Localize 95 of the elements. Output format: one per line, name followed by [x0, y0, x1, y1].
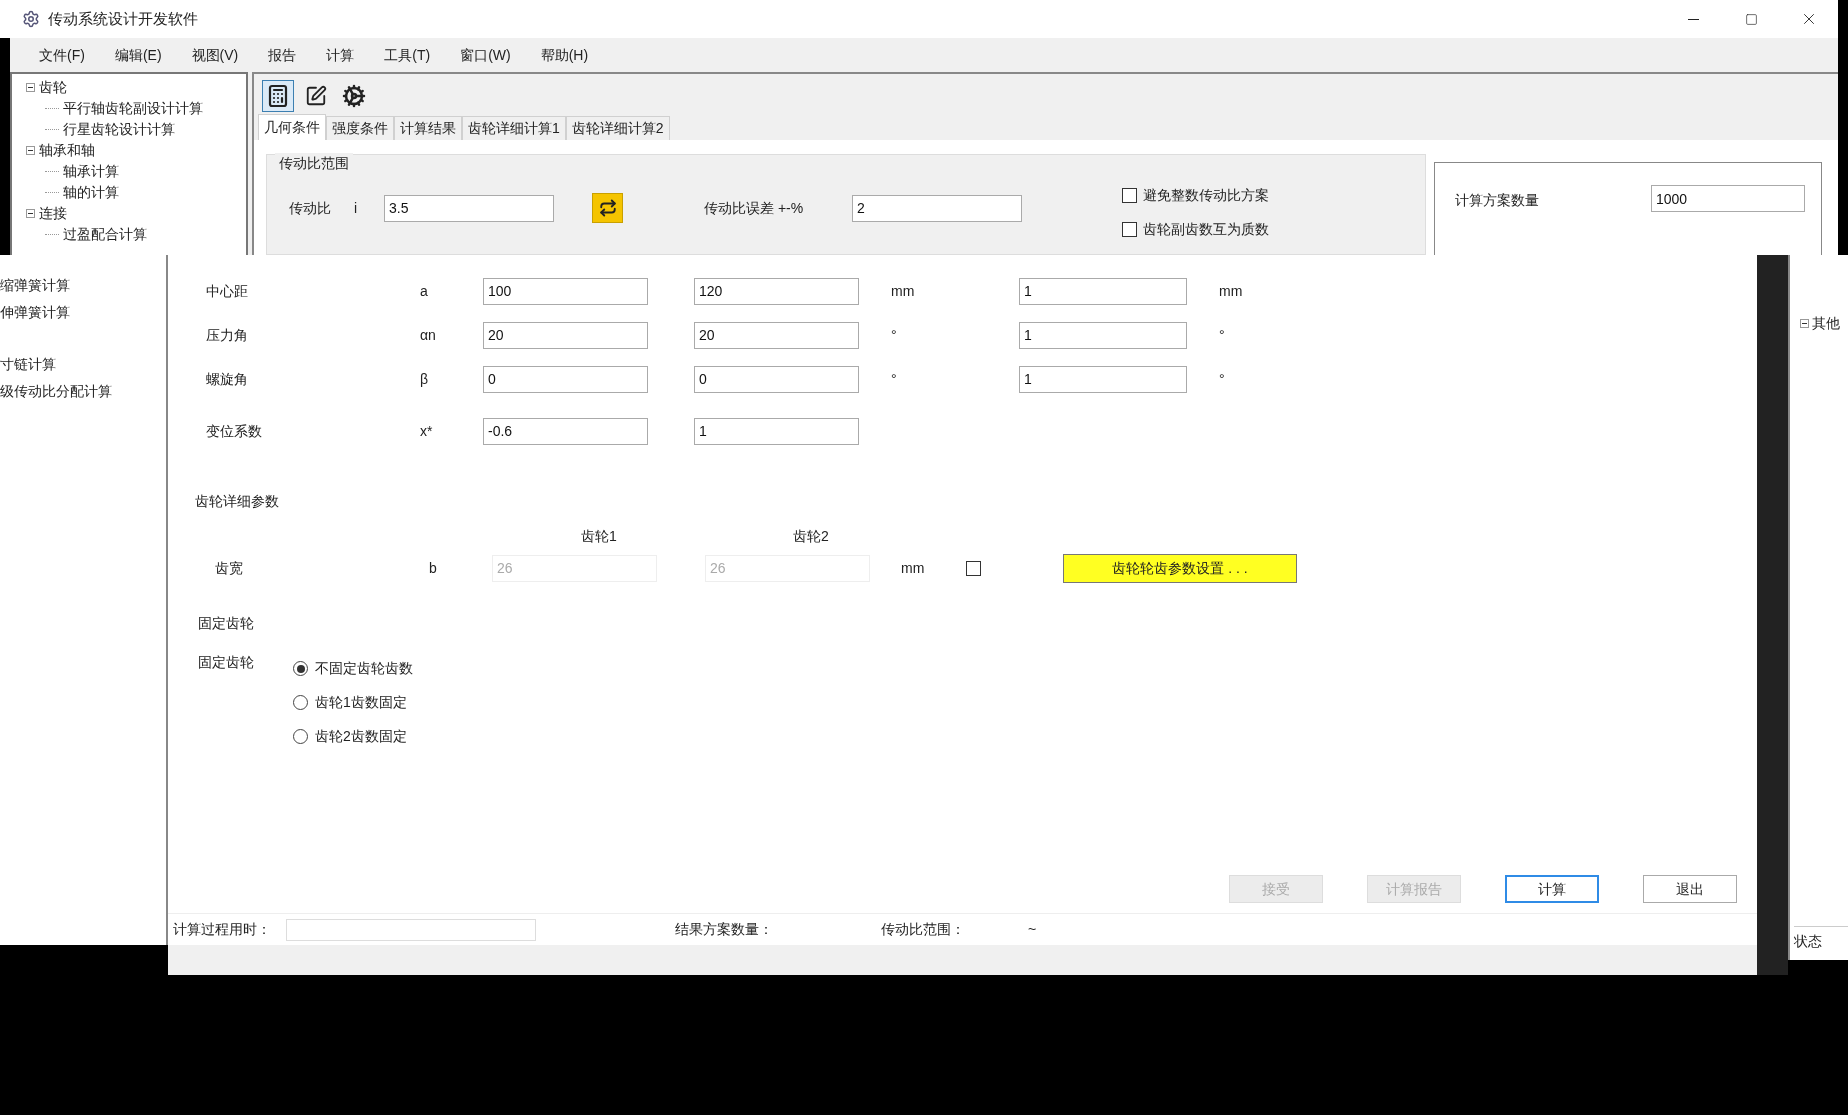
checkbox-label: 避免整数传动比方案 — [1143, 186, 1269, 205]
unit-label: ° — [891, 369, 898, 389]
tree-item[interactable]: 寸链计算 — [0, 354, 166, 375]
gear-icon — [342, 84, 366, 108]
param-label: 压力角 — [206, 325, 249, 345]
radio-label: 齿轮1齿数固定 — [315, 693, 407, 712]
window-title: 传动系统设计开发软件 — [48, 8, 198, 29]
tree-item[interactable]: 连接 — [39, 203, 67, 224]
tab[interactable]: 计算结果 — [394, 116, 462, 140]
input-field[interactable]: 0 — [483, 365, 648, 393]
checkbox[interactable] — [1122, 222, 1137, 237]
symbol-label: i — [354, 198, 359, 218]
section-title: 齿轮详细参数 — [195, 492, 280, 511]
tab[interactable]: 强度条件 — [326, 116, 394, 140]
action-button[interactable]: 计算 — [1505, 875, 1599, 903]
collapse-icon[interactable] — [26, 83, 35, 92]
tree-item[interactable]: 行星齿轮设计计算 — [63, 119, 175, 140]
radio-label: 齿轮2齿数固定 — [315, 727, 407, 746]
unit-label: ° — [1219, 325, 1225, 345]
input-field[interactable]: 0 — [694, 365, 859, 393]
input-field[interactable]: 1 — [1019, 321, 1187, 349]
maximize-icon — [1744, 12, 1758, 26]
menu-item[interactable]: 报告 — [257, 40, 308, 70]
time-field[interactable] — [286, 918, 536, 941]
app-gear-icon — [22, 10, 40, 28]
symbol-label: β — [420, 369, 430, 389]
tree-item[interactable]: 级传动比分配计算 — [0, 381, 166, 402]
unit-label: mm — [901, 558, 926, 578]
unit-label: ° — [1219, 369, 1225, 389]
unit-label: mm — [891, 281, 916, 301]
tab[interactable]: 齿轮详细计算2 — [565, 116, 670, 140]
symbol-label: b — [429, 558, 438, 578]
symbol-label: αn — [420, 325, 437, 345]
menu-item[interactable]: 编辑(E) — [103, 40, 173, 70]
tree-item[interactable]: 过盈配合计算 — [63, 224, 147, 245]
section-title: 固定齿轮 — [198, 614, 255, 633]
column-header: 齿轮2 — [792, 527, 830, 546]
unit-label: mm — [1219, 281, 1243, 301]
field-label: 固定齿轮 — [198, 653, 255, 672]
input-field[interactable]: 120 — [694, 277, 859, 305]
param-label: 中心距 — [206, 281, 249, 301]
swap-button[interactable] — [592, 193, 623, 223]
column-header: 齿轮1 — [580, 527, 618, 546]
input-field[interactable]: 20 — [483, 321, 648, 349]
tab[interactable]: 几何条件 — [258, 114, 326, 140]
input-field[interactable]: 20 — [694, 321, 859, 349]
status-label: 状态 — [1794, 926, 1848, 952]
menu-item[interactable]: 计算 — [315, 40, 366, 70]
param-label: 螺旋角 — [206, 369, 249, 389]
field-label: 传动比误差 +-% — [704, 198, 805, 218]
status-label: 计算过程用时： — [173, 920, 272, 939]
tree-item[interactable]: 平行轴齿轮副设计计算 — [63, 98, 203, 119]
menu-item[interactable]: 帮助(H) — [529, 40, 600, 70]
collapse-icon[interactable] — [1800, 319, 1809, 328]
menu-item[interactable]: 窗口(W) — [449, 40, 522, 70]
tree-item[interactable]: 轴承和轴 — [39, 140, 95, 161]
param-label: 齿宽 — [215, 558, 244, 578]
radio-label: 不固定齿轮齿数 — [315, 659, 413, 678]
checkbox-label: 齿轮副齿数互为质数 — [1143, 220, 1269, 239]
input-field[interactable]: 2 — [852, 194, 1022, 222]
input-field[interactable]: 1 — [694, 417, 859, 445]
status-label: 结果方案数量： — [675, 920, 774, 939]
unit-label: ° — [891, 325, 898, 345]
tree-item[interactable]: 缩弹簧计算 — [0, 275, 166, 296]
menu-item[interactable]: 文件(F) — [28, 40, 96, 70]
note-icon — [305, 85, 327, 107]
toolbar-button[interactable] — [262, 80, 294, 112]
action-button[interactable]: 退出 — [1643, 875, 1737, 903]
field-label: 计算方案数量 — [1455, 191, 1540, 210]
swap-icon — [598, 199, 617, 217]
checkbox[interactable] — [1122, 188, 1137, 203]
menu-item[interactable]: 视图(V) — [180, 40, 250, 70]
input-field[interactable]: 1 — [1019, 365, 1187, 393]
input-field[interactable]: -0.6 — [483, 417, 648, 445]
input-field[interactable]: 1 — [1019, 277, 1187, 305]
collapse-icon[interactable] — [26, 209, 35, 218]
calculator-icon — [266, 84, 290, 108]
symbol-label: a — [420, 281, 429, 301]
symbol-label: x* — [420, 421, 434, 441]
tree-item[interactable]: 伸弹簧计算 — [0, 302, 166, 323]
collapse-icon[interactable] — [26, 146, 35, 155]
tab[interactable]: 齿轮详细计算1 — [462, 116, 566, 140]
input-field[interactable]: 1000 — [1651, 185, 1805, 212]
status-label: ~ — [1028, 920, 1037, 939]
input-field[interactable]: 3.5 — [384, 194, 554, 222]
tree-item[interactable]: 齿轮 — [39, 77, 67, 98]
param-label: 变位系数 — [206, 421, 263, 441]
tree-item[interactable]: 其他 — [1812, 313, 1840, 334]
field-label: 传动比 — [289, 198, 332, 218]
input-field[interactable]: 100 — [483, 277, 648, 305]
tree-item[interactable]: 轴的计算 — [63, 182, 119, 203]
menu-item[interactable]: 工具(T) — [373, 40, 442, 70]
status-label: 传动比范围： — [881, 920, 966, 939]
minimize-icon — [1687, 18, 1699, 20]
tree-item[interactable]: 轴承计算 — [63, 161, 119, 182]
